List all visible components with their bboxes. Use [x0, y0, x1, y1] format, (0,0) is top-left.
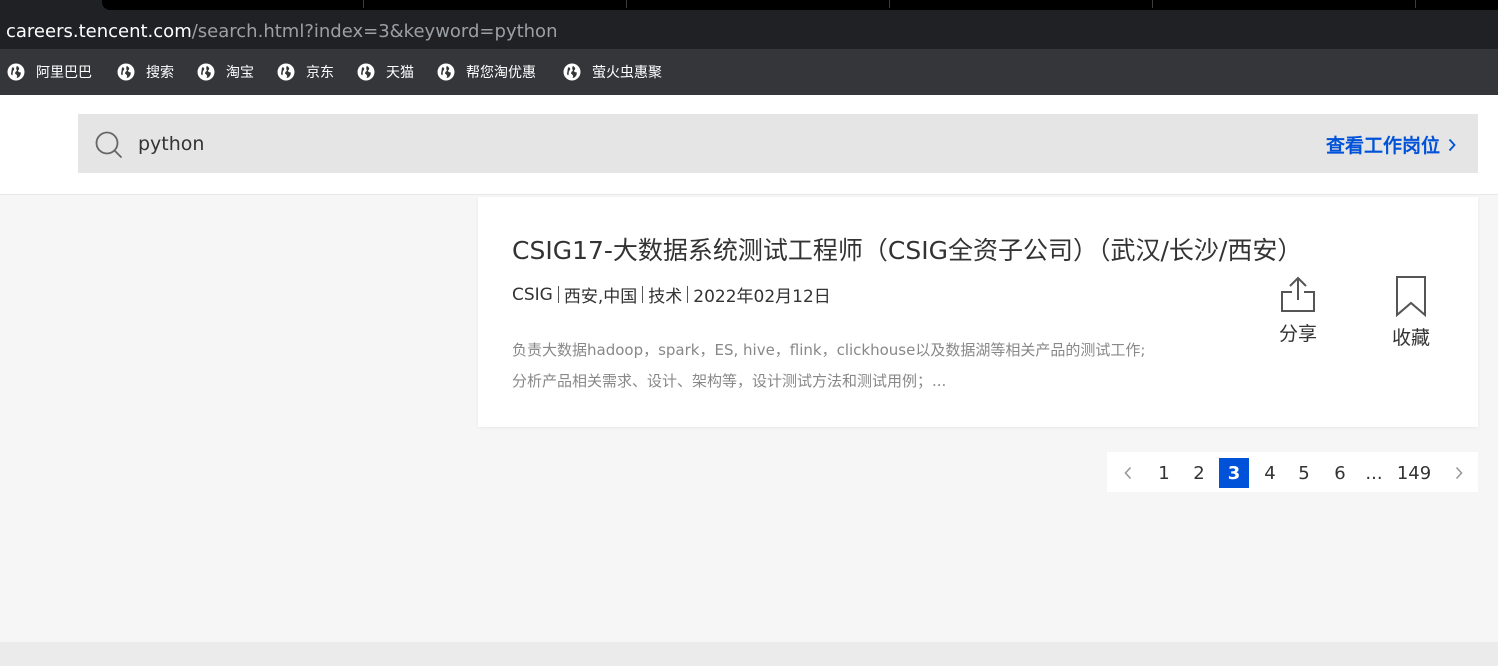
job-description-line: 分析产品相关需求、设计、架构等，设计测试方法和测试用例；... — [512, 372, 947, 390]
page-footer — [0, 642, 1498, 666]
tab-separator — [889, 0, 890, 8]
pagination: 1 2 3 4 5 6 ... 149 — [1107, 452, 1478, 492]
chevron-right-icon — [1455, 466, 1463, 480]
bookmark-label: 阿里巴巴 — [36, 65, 92, 81]
globe-icon — [117, 63, 135, 81]
bookmark-search[interactable]: 搜索 — [117, 61, 174, 83]
tab-separator — [1415, 0, 1416, 8]
tab-separator — [1152, 0, 1153, 8]
globe-icon — [357, 63, 375, 81]
bookmark-label: 帮您淘优惠 — [466, 65, 536, 81]
meta-divider — [642, 286, 644, 303]
meta-divider — [687, 286, 689, 303]
globe-icon — [197, 63, 215, 81]
share-button[interactable]: 分享 — [1278, 275, 1318, 346]
bookmark-label: 淘宝 — [226, 65, 254, 81]
save-label: 收藏 — [1391, 327, 1430, 349]
globe-icon — [7, 63, 25, 81]
url-host: careers.tencent.com — [6, 21, 192, 42]
save-button[interactable]: 收藏 — [1388, 275, 1434, 350]
job-category: 技术 — [648, 287, 683, 307]
job-description-line: 负责大数据hadoop，spark，ES, hive，flink，clickho… — [512, 341, 1146, 359]
browser-tab-strip — [0, 0, 1498, 14]
page-button[interactable]: 5 — [1289, 458, 1319, 488]
view-jobs-label: 查看工作岗位 — [1325, 135, 1440, 157]
bookmark-tmall[interactable]: 天猫 — [357, 61, 414, 83]
job-meta: CSIG 西安,中国 技术 2022年02月12日 — [512, 282, 831, 308]
bookmark-icon — [1396, 276, 1426, 317]
search-box: 查看工作岗位 — [78, 114, 1478, 173]
page-button[interactable]: 1 — [1149, 458, 1179, 488]
address-bar[interactable]: careers.tencent.com/search.html?index=3&… — [0, 14, 1498, 49]
page-button-current[interactable]: 3 — [1219, 458, 1249, 488]
search-header: 查看工作岗位 — [0, 95, 1498, 195]
search-icon[interactable] — [95, 131, 123, 159]
chevron-left-icon — [1124, 466, 1132, 480]
url-text[interactable]: careers.tencent.com/search.html?index=3&… — [6, 20, 557, 43]
share-label: 分享 — [1278, 323, 1317, 345]
prev-page-button[interactable] — [1113, 458, 1143, 488]
url-path: /search.html?index=3&keyword=python — [191, 21, 558, 42]
bookmark-taobao[interactable]: 淘宝 — [197, 61, 254, 83]
bookmark-label: 萤火虫惠聚 — [592, 65, 662, 81]
job-title[interactable]: CSIG17-大数据系统测试工程师（CSIG全资子公司）（武汉/长沙/西安） — [512, 231, 1302, 267]
tab-area[interactable] — [102, 0, 1498, 10]
tab-separator — [363, 0, 364, 8]
globe-icon — [563, 63, 581, 81]
search-input[interactable] — [138, 128, 1038, 160]
globe-icon — [277, 63, 295, 81]
job-description: 负责大数据hadoop，spark，ES, hive，flink，clickho… — [512, 335, 1145, 397]
page-button[interactable]: 6 — [1325, 458, 1355, 488]
page-button[interactable]: 4 — [1255, 458, 1285, 488]
bookmark-coupons[interactable]: 帮您淘优惠 — [437, 61, 536, 83]
tab-separator — [626, 0, 627, 8]
page-button[interactable]: 2 — [1184, 458, 1214, 488]
bookmark-label: 天猫 — [386, 65, 414, 81]
job-date: 2022年02月12日 — [693, 287, 831, 307]
job-card[interactable]: CSIG17-大数据系统测试工程师（CSIG全资子公司）（武汉/长沙/西安） C… — [478, 197, 1478, 427]
bookmark-label: 搜索 — [146, 65, 174, 81]
chevron-right-icon — [1448, 138, 1456, 151]
job-location: 西安,中国 — [563, 287, 638, 307]
next-page-button[interactable] — [1444, 458, 1474, 488]
job-business-group: CSIG — [512, 284, 553, 305]
bookmark-label: 京东 — [306, 65, 334, 81]
bookmarks-bar: 阿里巴巴 搜索 淘宝 京东 天猫 帮您淘优惠 萤火虫惠聚 — [0, 49, 1498, 95]
meta-divider — [557, 286, 559, 303]
bookmark-jd[interactable]: 京东 — [277, 61, 334, 83]
page-ellipsis: ... — [1365, 462, 1383, 484]
page-button-last[interactable]: 149 — [1390, 458, 1438, 488]
view-jobs-link[interactable]: 查看工作岗位 — [1326, 131, 1456, 158]
share-icon — [1281, 276, 1315, 312]
bookmark-alibaba[interactable]: 阿里巴巴 — [7, 61, 92, 83]
bookmark-firefly[interactable]: 萤火虫惠聚 — [563, 61, 662, 83]
globe-icon — [437, 63, 455, 81]
